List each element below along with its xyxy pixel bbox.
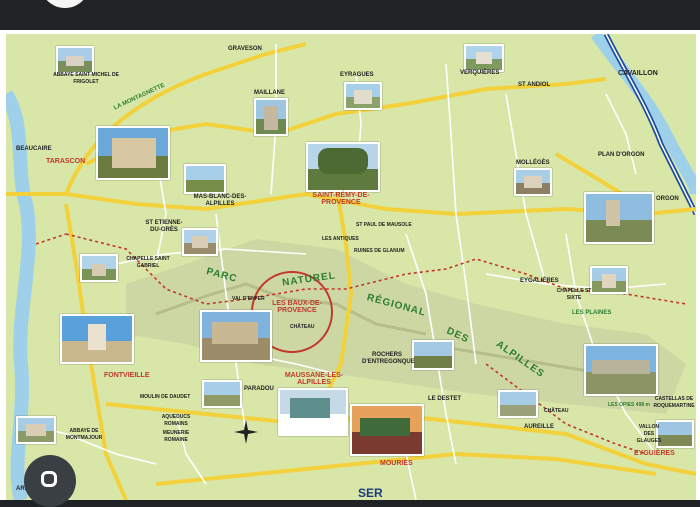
label-plan-orgon: PLAN D'ORGON [598, 152, 645, 158]
label-eyragues: EYRAGUES [340, 72, 374, 78]
label-orgon: ORGON [656, 196, 679, 202]
label-eyguieres: EYGUIÈRES [634, 450, 675, 457]
maillane-photo [254, 98, 288, 136]
label-st-paul: ST PAUL DE MAUSOLE [356, 222, 412, 228]
moulin-daudet-photo [202, 380, 242, 408]
label-chateau-2: CHÂTEAU [544, 408, 569, 414]
molleges-photo [514, 168, 552, 196]
lens-search-icon[interactable] [24, 455, 76, 507]
chapelle-gabriel-photo [80, 254, 118, 282]
alpilles-mountain-photo [584, 344, 658, 396]
label-glanum: RUINES DE GLANUM [354, 248, 405, 254]
label-st-etienne: ST ETIENNE-DU-GRÈS [145, 220, 183, 233]
label-tarascon: TARASCON [46, 158, 86, 165]
label-aqueducs: AQUEDUCS ROMAINS [161, 414, 191, 427]
label-mas-blanc: MAS-BLANC-DES-ALPILLES [193, 194, 247, 207]
aureille-photo [498, 390, 538, 418]
label-abbaye-frigolet: ABBAYE SAINT MICHEL DE FRIGOLET [53, 72, 119, 85]
fontvieille-mill-photo [60, 314, 134, 364]
label-chapelle-sixte: CHAPELLE ST SIXTE [556, 288, 592, 301]
label-mouries: MOURIÈS [380, 460, 413, 467]
label-aureille: AUREILLE [524, 424, 554, 430]
label-chapelle-gabriel: CHAPELLE SAINT GABRIEL [126, 256, 170, 269]
label-graveson: GRAVESON [228, 46, 262, 52]
avatar [40, 0, 90, 8]
label-les-antiques: LES ANTIQUES [322, 236, 359, 242]
verquieres-photo [464, 44, 504, 72]
label-vallon-glauges: VALLON DES GLAUGES [636, 424, 662, 444]
label-verquieres: VERQUIÈRES [460, 70, 500, 76]
label-beaucaire: BEAUCAIRE [16, 146, 52, 152]
label-rochers: ROCHERS D'ENTREGONQUE [362, 352, 415, 365]
label-val-denfer: VAL D'ENFER [232, 296, 265, 302]
st-etienne-photo [182, 228, 218, 256]
brand-logo: SER [358, 486, 383, 500]
label-les-opies: LES OPIES 498 m [608, 402, 650, 408]
chapelle-sixte-photo [590, 266, 628, 294]
label-molleges: MOLLÉGÈS [516, 160, 550, 166]
label-le-destet: LE DESTET [428, 396, 462, 402]
market-photo [350, 404, 424, 456]
label-saint-remy: SAINT-RÉMY-DE-PROVENCE [312, 192, 370, 206]
top-bar [0, 0, 700, 30]
label-maillane: MAILLANE [254, 90, 285, 96]
saint-remy-photo [306, 142, 380, 192]
hiking-trail [35, 233, 67, 245]
label-meunerie: MEUNERIE ROMAINE [162, 430, 190, 443]
orgon-photo [584, 192, 654, 244]
label-chateau: CHÂTEAU [290, 324, 315, 330]
label-paradou: PARADOU [244, 386, 274, 392]
label-les-baux: LES BAUX-DE-PROVENCE [272, 300, 322, 314]
montmajour-photo [16, 416, 56, 444]
eyragues-photo [344, 82, 382, 110]
label-cavaillon: CAVAILLON [618, 70, 658, 77]
frigolet-photo [56, 46, 94, 74]
rochers-photo [412, 340, 454, 370]
compass-icon [234, 420, 258, 444]
label-st-andiol: ST ANDIOL [518, 82, 551, 88]
mas-blanc-photo [184, 164, 226, 194]
label-montmajour: ABBAYE DE MONTMAJOUR [65, 428, 103, 441]
les-baux-photo [200, 310, 272, 362]
label-eygalieres: EYGALIÈRES [520, 278, 559, 284]
label-les-plaines: LES PLAINES [572, 310, 612, 316]
alpilles-map[interactable]: GRAVESON EYRAGUES VERQUIÈRES ST ANDIOL C… [6, 34, 696, 500]
label-maussane: MAUSSANE-LES-ALPILLES [284, 372, 344, 386]
label-moulin-daudet: MOULIN DE DAUDET [140, 394, 191, 400]
label-fontvieille: FONTVIEILLE [104, 372, 150, 379]
label-castellas: CASTELLAS DE ROQUEMARTINE [653, 396, 695, 409]
tarascon-castle-photo [96, 126, 170, 180]
maussane-fountain-photo [278, 388, 348, 436]
